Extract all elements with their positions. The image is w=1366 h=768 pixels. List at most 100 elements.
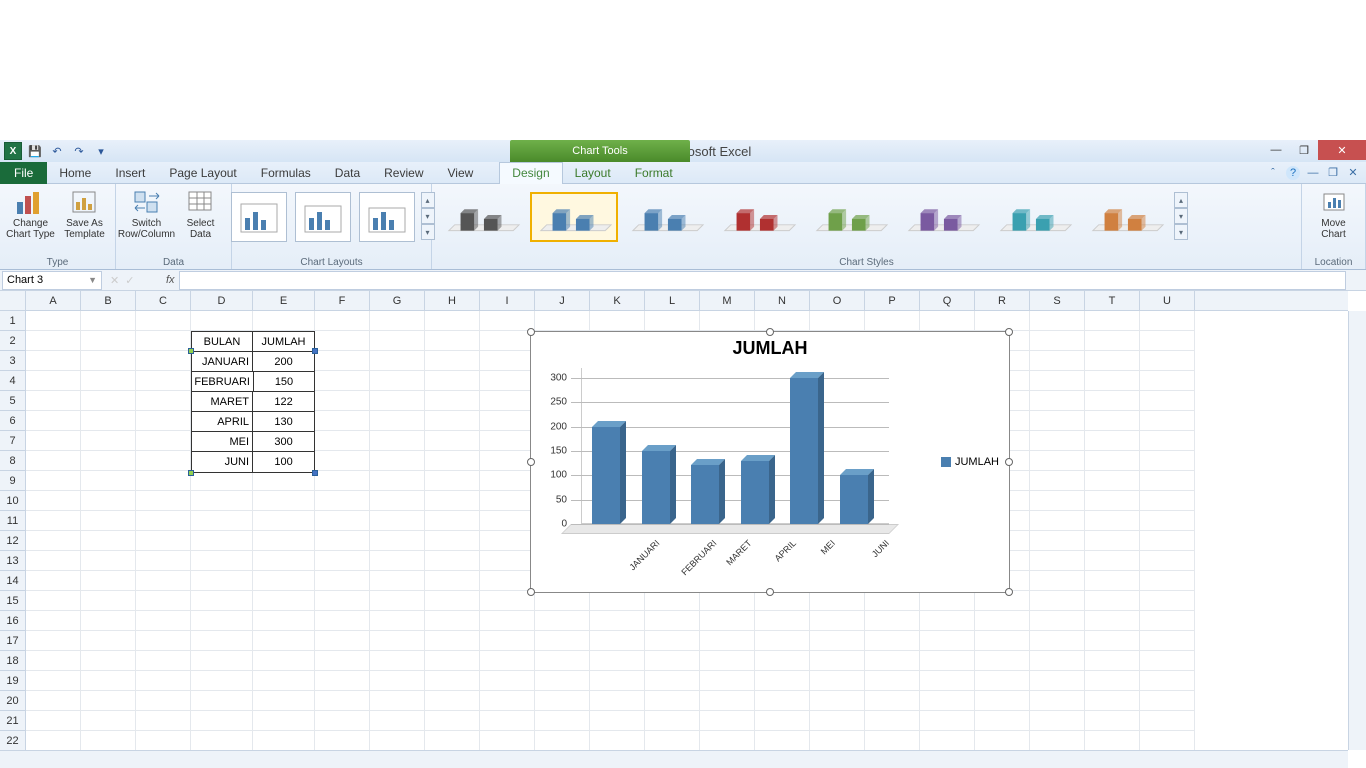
cell[interactable] xyxy=(136,511,191,531)
cell[interactable] xyxy=(136,631,191,651)
cell[interactable] xyxy=(370,531,425,551)
cell[interactable] xyxy=(191,491,253,511)
selection-handle[interactable] xyxy=(188,348,194,354)
cell[interactable] xyxy=(253,691,315,711)
row-header-18[interactable]: 18 xyxy=(0,651,25,671)
cell[interactable] xyxy=(136,451,191,471)
cell[interactable] xyxy=(1085,371,1140,391)
cell[interactable] xyxy=(865,691,920,711)
cell[interactable] xyxy=(253,651,315,671)
chart-style-option[interactable] xyxy=(530,192,618,242)
cell[interactable] xyxy=(191,511,253,531)
cell[interactable] xyxy=(1085,411,1140,431)
cell[interactable] xyxy=(1140,471,1195,491)
save-as-template-button[interactable]: Save As Template xyxy=(60,186,110,240)
cell[interactable] xyxy=(81,371,136,391)
row-header-6[interactable]: 6 xyxy=(0,411,25,431)
cell[interactable] xyxy=(136,551,191,571)
cell[interactable] xyxy=(755,731,810,751)
cell[interactable] xyxy=(1030,331,1085,351)
cell[interactable] xyxy=(136,671,191,691)
chart-resize-handle[interactable] xyxy=(527,458,535,466)
chart-bar[interactable] xyxy=(642,451,676,524)
cell[interactable] xyxy=(370,431,425,451)
selection-handle[interactable] xyxy=(188,470,194,476)
cell[interactable] xyxy=(425,691,480,711)
cell[interactable] xyxy=(1030,391,1085,411)
cell[interactable] xyxy=(253,731,315,751)
cell[interactable] xyxy=(1140,611,1195,631)
chart-resize-handle[interactable] xyxy=(766,588,774,596)
cell[interactable] xyxy=(253,311,315,331)
cell[interactable] xyxy=(26,391,81,411)
cell[interactable] xyxy=(26,511,81,531)
column-header-A[interactable]: A xyxy=(26,291,81,311)
table-cell[interactable]: 100 xyxy=(253,452,314,472)
cell[interactable] xyxy=(315,471,370,491)
table-cell[interactable]: 300 xyxy=(253,432,314,452)
chart-resize-handle[interactable] xyxy=(766,328,774,336)
cell[interactable] xyxy=(425,651,480,671)
cell[interactable] xyxy=(425,551,480,571)
row-header-10[interactable]: 10 xyxy=(0,491,25,511)
chart-layout-option[interactable] xyxy=(295,192,351,242)
cell[interactable] xyxy=(1085,311,1140,331)
cell[interactable] xyxy=(26,651,81,671)
cell[interactable] xyxy=(26,531,81,551)
cell[interactable] xyxy=(1140,431,1195,451)
cell[interactable] xyxy=(700,631,755,651)
save-icon[interactable]: 💾 xyxy=(26,142,44,160)
cell[interactable] xyxy=(975,671,1030,691)
cell[interactable] xyxy=(1030,631,1085,651)
undo-icon[interactable]: ↶ xyxy=(48,142,66,160)
cell[interactable] xyxy=(370,471,425,491)
cell[interactable] xyxy=(425,571,480,591)
cell[interactable] xyxy=(1140,371,1195,391)
table-header[interactable]: BULAN xyxy=(192,332,253,352)
cell[interactable] xyxy=(136,531,191,551)
cell[interactable] xyxy=(26,351,81,371)
row-header-4[interactable]: 4 xyxy=(0,371,25,391)
cell[interactable] xyxy=(1085,511,1140,531)
horizontal-scrollbar[interactable] xyxy=(0,750,1348,768)
column-header-U[interactable]: U xyxy=(1140,291,1195,311)
cell[interactable] xyxy=(253,511,315,531)
cell[interactable] xyxy=(1030,431,1085,451)
cell[interactable] xyxy=(865,631,920,651)
row-header-7[interactable]: 7 xyxy=(0,431,25,451)
cell[interactable] xyxy=(920,611,975,631)
chart-style-option[interactable] xyxy=(438,192,526,242)
cell[interactable] xyxy=(1030,511,1085,531)
cell[interactable] xyxy=(370,631,425,651)
cell[interactable] xyxy=(136,411,191,431)
cell[interactable] xyxy=(1140,411,1195,431)
cell[interactable] xyxy=(1085,391,1140,411)
cell[interactable] xyxy=(535,591,590,611)
worksheet-grid[interactable]: ABCDEFGHIJKLMNOPQRSTU 123456789101112131… xyxy=(0,291,1366,768)
cell[interactable] xyxy=(1030,711,1085,731)
row-header-8[interactable]: 8 xyxy=(0,451,25,471)
cell[interactable] xyxy=(1085,351,1140,371)
cell[interactable] xyxy=(645,671,700,691)
cell[interactable] xyxy=(1030,651,1085,671)
cell[interactable] xyxy=(865,671,920,691)
cell[interactable] xyxy=(315,731,370,751)
cell[interactable] xyxy=(535,711,590,731)
tab-formulas[interactable]: Formulas xyxy=(249,162,323,184)
cell[interactable] xyxy=(810,731,865,751)
table-cell[interactable]: 150 xyxy=(254,372,314,392)
cell[interactable] xyxy=(975,691,1030,711)
cell[interactable] xyxy=(975,711,1030,731)
cell[interactable] xyxy=(975,591,1030,611)
cell[interactable] xyxy=(480,551,535,571)
cell[interactable] xyxy=(1030,451,1085,471)
chart-resize-handle[interactable] xyxy=(1005,458,1013,466)
row-header-9[interactable]: 9 xyxy=(0,471,25,491)
column-header-K[interactable]: K xyxy=(590,291,645,311)
cell[interactable] xyxy=(1085,571,1140,591)
cell[interactable] xyxy=(480,411,535,431)
chart-title[interactable]: JUMLAH xyxy=(531,332,1009,365)
cell[interactable] xyxy=(1140,711,1195,731)
cell[interactable] xyxy=(191,731,253,751)
name-box[interactable]: Chart 3▼ xyxy=(2,271,102,290)
